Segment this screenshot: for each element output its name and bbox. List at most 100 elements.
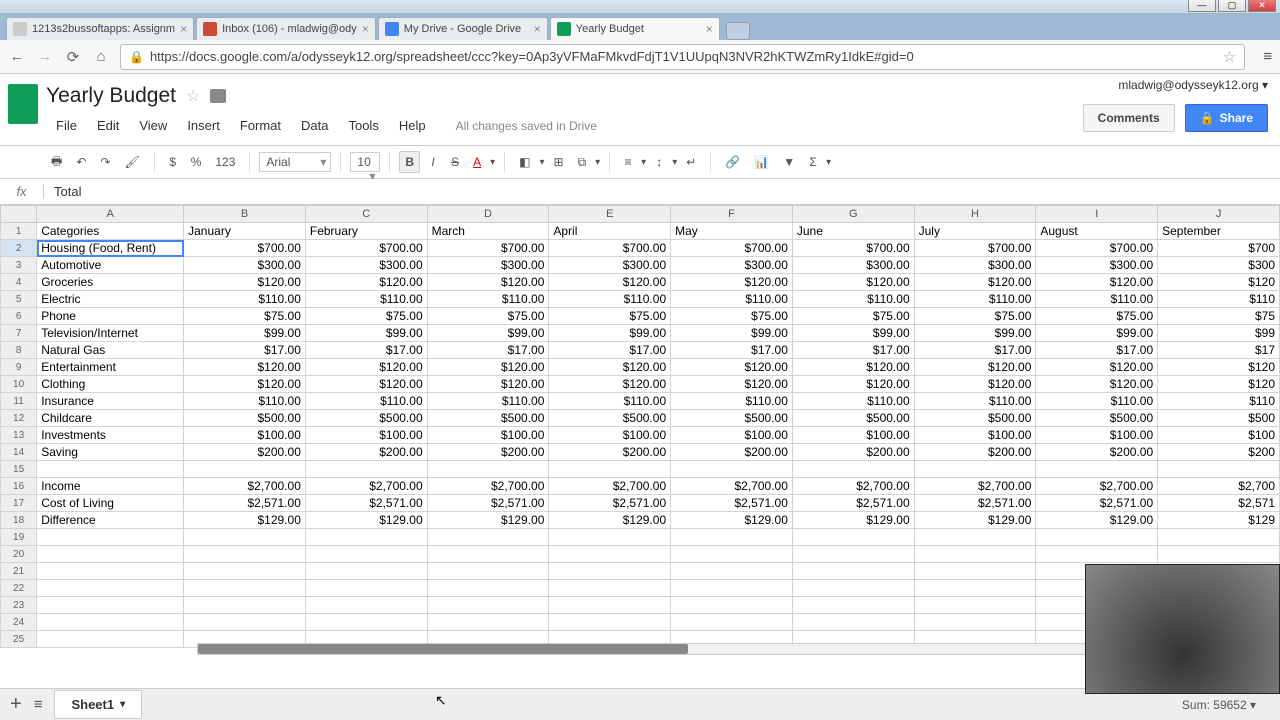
cell[interactable]	[37, 563, 184, 580]
cell[interactable]: $2,571.00	[427, 495, 549, 512]
cell[interactable]: $120.00	[1036, 359, 1158, 376]
row-header[interactable]: 25	[1, 631, 37, 648]
cell[interactable]	[914, 614, 1036, 631]
cell[interactable]: $200.00	[671, 444, 793, 461]
tab-close-icon[interactable]: ×	[362, 22, 369, 36]
cell[interactable]: $700.00	[1036, 240, 1158, 257]
cell[interactable]: $120.00	[549, 274, 671, 291]
cell[interactable]: $99.00	[914, 325, 1036, 342]
cell[interactable]: $110.00	[671, 393, 793, 410]
cell[interactable]	[37, 546, 184, 563]
cell[interactable]: $500.00	[671, 410, 793, 427]
cell[interactable]	[427, 529, 549, 546]
cell[interactable]: $120.00	[184, 376, 306, 393]
address-bar[interactable]: 🔒 https://docs.google.com/a/odysseyk12.o…	[120, 44, 1245, 70]
user-email[interactable]: mladwig@odysseyk12.org ▾	[1118, 78, 1268, 92]
cell[interactable]: $110	[1158, 393, 1280, 410]
cell[interactable]: September	[1158, 223, 1280, 240]
cell[interactable]: Television/Internet	[37, 325, 184, 342]
bold-button[interactable]: B	[399, 151, 420, 173]
share-button[interactable]: 🔒 Share	[1185, 104, 1268, 132]
cell[interactable]: $300.00	[1036, 257, 1158, 274]
cell[interactable]: $120.00	[792, 274, 914, 291]
cell[interactable]: $700.00	[671, 240, 793, 257]
cell[interactable]: $17.00	[305, 342, 427, 359]
cell[interactable]: $2,571.00	[184, 495, 306, 512]
cell[interactable]	[37, 631, 184, 648]
cell[interactable]	[427, 614, 549, 631]
col-header[interactable]: H	[914, 206, 1036, 223]
cell[interactable]: Investments	[37, 427, 184, 444]
cell[interactable]: $100.00	[671, 427, 793, 444]
cell[interactable]: $120	[1158, 376, 1280, 393]
cell[interactable]: $120.00	[671, 274, 793, 291]
cell[interactable]: $120.00	[427, 376, 549, 393]
cell[interactable]: Clothing	[37, 376, 184, 393]
cell[interactable]: $500.00	[549, 410, 671, 427]
col-header[interactable]: E	[549, 206, 671, 223]
cell[interactable]: $500.00	[1036, 410, 1158, 427]
cell[interactable]: $129.00	[792, 512, 914, 529]
cell[interactable]	[305, 563, 427, 580]
col-header[interactable]: G	[792, 206, 914, 223]
cell[interactable]: $2,571	[1158, 495, 1280, 512]
currency-button[interactable]: $	[164, 152, 182, 172]
cell[interactable]: $500	[1158, 410, 1280, 427]
col-header[interactable]: B	[184, 206, 306, 223]
cell[interactable]: $129	[1158, 512, 1280, 529]
cell[interactable]: $700.00	[305, 240, 427, 257]
row-header[interactable]: 11	[1, 393, 37, 410]
wrap-icon[interactable]: ↵	[681, 152, 701, 172]
cell[interactable]: $300.00	[792, 257, 914, 274]
cell[interactable]: $120.00	[305, 274, 427, 291]
cell[interactable]	[184, 461, 306, 478]
cell[interactable]: Entertainment	[37, 359, 184, 376]
cell[interactable]	[914, 529, 1036, 546]
cell[interactable]: $2,700.00	[549, 478, 671, 495]
browser-tab-2[interactable]: My Drive - Google Drive ×	[378, 17, 548, 40]
row-header[interactable]: 13	[1, 427, 37, 444]
merge-icon[interactable]: ⧉	[573, 152, 592, 173]
cell[interactable]: $110.00	[792, 393, 914, 410]
cell[interactable]: $2,571.00	[549, 495, 671, 512]
col-header[interactable]: D	[427, 206, 549, 223]
row-header[interactable]: 21	[1, 563, 37, 580]
cell[interactable]: $700.00	[184, 240, 306, 257]
cell[interactable]	[37, 580, 184, 597]
cell[interactable]: $110.00	[792, 291, 914, 308]
cell[interactable]: $75.00	[549, 308, 671, 325]
browser-tab-0[interactable]: 1213s2bussoftapps: Assignm ×	[6, 17, 194, 40]
cell[interactable]	[305, 580, 427, 597]
cell[interactable]: $129.00	[427, 512, 549, 529]
fill-color-icon[interactable]: ◧	[514, 152, 535, 172]
cell[interactable]: $200.00	[914, 444, 1036, 461]
cell[interactable]: $300.00	[914, 257, 1036, 274]
cell[interactable]: $129.00	[549, 512, 671, 529]
cell[interactable]: $700.00	[427, 240, 549, 257]
filter-icon[interactable]: ▼	[778, 152, 800, 172]
cell[interactable]: $100.00	[549, 427, 671, 444]
row-header[interactable]: 16	[1, 478, 37, 495]
cell[interactable]: $99	[1158, 325, 1280, 342]
cell[interactable]	[792, 461, 914, 478]
cell[interactable]	[427, 580, 549, 597]
cell[interactable]: $110.00	[184, 291, 306, 308]
cell[interactable]	[37, 461, 184, 478]
cell[interactable]	[549, 461, 671, 478]
cell[interactable]: $200.00	[549, 444, 671, 461]
star-icon[interactable]: ☆	[1223, 48, 1236, 66]
cell[interactable]: $2,571.00	[914, 495, 1036, 512]
cell[interactable]: May	[671, 223, 793, 240]
cell[interactable]: $110.00	[549, 393, 671, 410]
cell[interactable]: $100.00	[792, 427, 914, 444]
cell[interactable]: $120.00	[792, 376, 914, 393]
cell[interactable]: June	[792, 223, 914, 240]
menu-help[interactable]: Help	[389, 114, 436, 137]
cell[interactable]	[37, 529, 184, 546]
all-sheets-button[interactable]: ≡	[34, 696, 43, 713]
link-icon[interactable]: 🔗	[720, 152, 745, 172]
cell[interactable]: $110.00	[549, 291, 671, 308]
row-header[interactable]: 19	[1, 529, 37, 546]
cell[interactable]: August	[1036, 223, 1158, 240]
cell[interactable]: February	[305, 223, 427, 240]
